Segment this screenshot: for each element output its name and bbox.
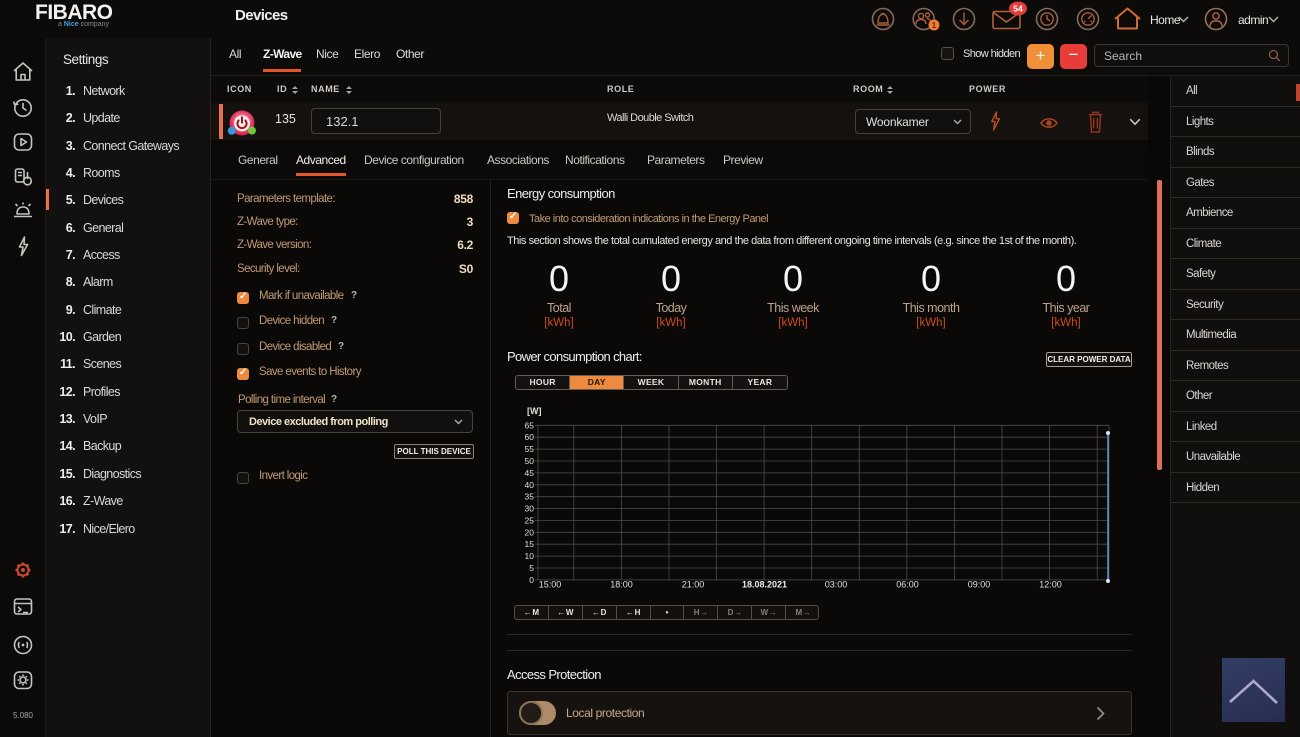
svg-text:18.08.2021: 18.08.2021 (742, 580, 787, 590)
svg-text:65: 65 (525, 420, 535, 430)
svg-text:54: 54 (1013, 4, 1023, 14)
svg-text:55: 55 (525, 444, 535, 454)
svg-text:5: 5 (529, 563, 534, 573)
svg-text:35: 35 (525, 492, 535, 502)
svg-text:30: 30 (525, 504, 535, 514)
svg-text:03:00: 03:00 (825, 580, 848, 590)
svg-text:15:00: 15:00 (539, 580, 562, 590)
svg-text:21:00: 21:00 (682, 580, 705, 590)
svg-text:1: 1 (932, 21, 937, 30)
svg-text:50: 50 (525, 456, 535, 466)
svg-text:60: 60 (525, 432, 535, 442)
svg-text:18:00: 18:00 (610, 580, 633, 590)
svg-text:15: 15 (525, 539, 535, 549)
svg-text:0: 0 (529, 575, 534, 585)
svg-text:09:00: 09:00 (968, 580, 991, 590)
svg-text:12:00: 12:00 (1039, 580, 1062, 590)
svg-text:10: 10 (525, 551, 535, 561)
svg-text:40: 40 (525, 480, 535, 490)
svg-text:06:00: 06:00 (896, 580, 919, 590)
svg-text:25: 25 (525, 515, 535, 525)
svg-text:20: 20 (525, 527, 535, 537)
svg-text:[W]: [W] (527, 406, 542, 416)
svg-text:45: 45 (525, 468, 535, 478)
